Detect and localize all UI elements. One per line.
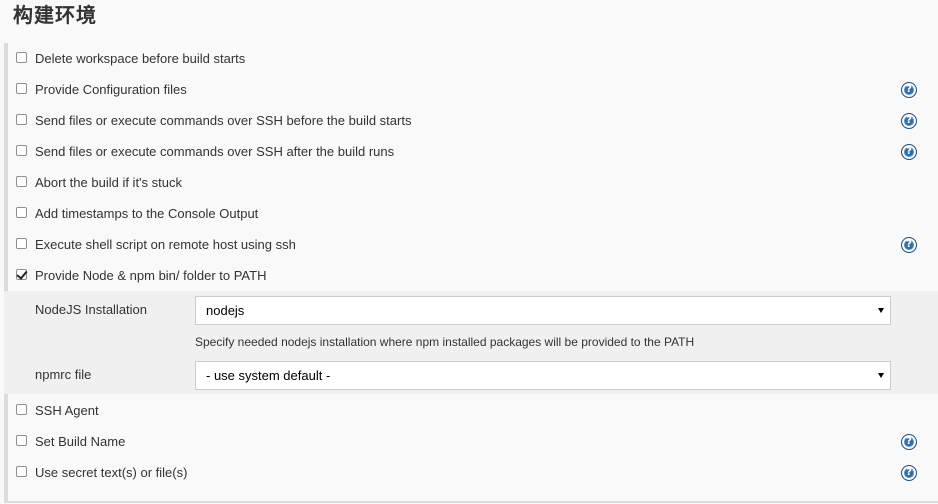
checkbox-checked[interactable]: [16, 269, 27, 280]
option-label: Delete workspace before build starts: [35, 51, 246, 66]
npmrc-file-label: npmrc file: [35, 367, 92, 382]
option-ssh-before-build[interactable]: Send files or execute commands over SSH …: [4, 105, 938, 136]
help-icon[interactable]: ?: [901, 113, 917, 129]
option-label: Use secret text(s) or file(s): [35, 465, 188, 480]
option-label: Send files or execute commands over SSH …: [35, 113, 412, 128]
help-icon[interactable]: ?: [901, 434, 917, 450]
option-label: SSH Agent: [35, 403, 99, 418]
checkbox[interactable]: [16, 83, 27, 94]
option-set-build-name[interactable]: Set Build Name ?: [4, 426, 938, 457]
option-label: Provide Configuration files: [35, 82, 187, 97]
nodejs-installation-label: NodeJS Installation: [35, 302, 148, 317]
checkbox[interactable]: [16, 238, 27, 249]
nodejs-installation-hint: Specify needed nodejs installation where…: [195, 335, 695, 349]
node-config-panel: NodeJS Installation nodejs Specify neede…: [4, 291, 938, 394]
option-abort-if-stuck[interactable]: Abort the build if it's stuck: [4, 167, 938, 198]
help-icon[interactable]: ?: [901, 465, 917, 481]
help-icon[interactable]: ?: [901, 144, 917, 160]
dropdown-arrow-icon: [878, 373, 884, 378]
option-label: Provide Node & npm bin/ folder to PATH: [35, 268, 267, 283]
option-label: Send files or execute commands over SSH …: [35, 144, 395, 159]
help-icon[interactable]: ?: [901, 237, 917, 253]
checkbox[interactable]: [16, 404, 27, 415]
option-ssh-agent[interactable]: SSH Agent: [4, 395, 938, 426]
option-secret-text-files[interactable]: Use secret text(s) or file(s) ?: [4, 457, 938, 488]
build-environment-section: Delete workspace before build starts Pro…: [4, 43, 938, 504]
option-delete-workspace[interactable]: Delete workspace before build starts: [4, 43, 938, 74]
option-provide-config-files[interactable]: Provide Configuration files ?: [4, 74, 938, 105]
option-ssh-after-build[interactable]: Send files or execute commands over SSH …: [4, 136, 938, 167]
checkbox[interactable]: [16, 207, 27, 218]
nodejs-installation-select[interactable]: nodejs: [195, 296, 891, 325]
option-remote-shell-script[interactable]: Execute shell script on remote host usin…: [4, 229, 938, 260]
help-icon[interactable]: ?: [901, 82, 917, 98]
option-label: Abort the build if it's stuck: [35, 175, 182, 190]
option-label: Add timestamps to the Console Output: [35, 206, 259, 221]
checkbox[interactable]: [16, 145, 27, 156]
dropdown-arrow-icon: [878, 308, 884, 313]
checkbox[interactable]: [16, 466, 27, 477]
option-provide-node-npm[interactable]: Provide Node & npm bin/ folder to PATH: [4, 260, 938, 291]
select-value: - use system default -: [206, 368, 331, 383]
checkbox[interactable]: [16, 114, 27, 125]
checkbox[interactable]: [16, 435, 27, 446]
option-label: Set Build Name: [35, 434, 126, 449]
section-bottom-rule: [4, 501, 938, 503]
checkbox[interactable]: [16, 52, 27, 63]
npmrc-file-select[interactable]: - use system default -: [195, 361, 891, 390]
checkbox[interactable]: [16, 176, 27, 187]
option-add-timestamps[interactable]: Add timestamps to the Console Output: [4, 198, 938, 229]
section-title: 构建环境: [13, 3, 97, 27]
option-label: Execute shell script on remote host usin…: [35, 237, 296, 252]
select-value: nodejs: [206, 303, 245, 318]
